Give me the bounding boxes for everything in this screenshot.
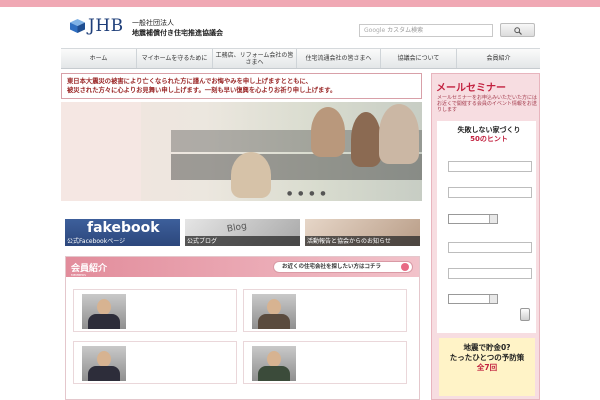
search-placeholder: カスタム検索: [387, 27, 424, 34]
hero-left-panel: [61, 102, 141, 201]
logo-text[interactable]: JHB: [88, 16, 124, 36]
promo-line-2: 50のヒント: [470, 135, 508, 143]
search-button[interactable]: [500, 23, 535, 37]
hero-pagination-dots[interactable]: ● ● ● ●: [287, 190, 328, 197]
blog-banner[interactable]: Blog 公式ブログ: [185, 219, 300, 246]
form-select-2[interactable]: [448, 294, 498, 304]
nav-label: マイホームを守るために: [141, 55, 208, 62]
promo2-line-1: 地震で貯金0?: [463, 343, 511, 352]
mail-seminar-sidebar: メールセミナー メールセミナーをお申込みいただいた方にはお近くで開催する会員のイ…: [431, 73, 540, 400]
search-brand: Google: [364, 27, 386, 34]
nav-label: 協議会について: [397, 55, 440, 62]
org-type: 一般社団法人: [132, 19, 174, 27]
form-input-4[interactable]: [448, 268, 532, 279]
form-input-1[interactable]: [448, 161, 532, 172]
nav-item-builders[interactable]: 工務店、リフォーム会社の皆さまへ: [213, 49, 297, 68]
sidebar-promo-title: 失敗しない家づくり 50のヒント: [449, 126, 529, 144]
members-header: 会員紹介 MEMBERS お近くの住宅会社を探したい方はコチラ: [66, 257, 419, 277]
find-builder-button[interactable]: お近くの住宅会社を探したい方はコチラ: [273, 261, 413, 273]
facebook-banner-title: fakebook: [87, 220, 160, 236]
promo2-line-2: たったひとつの予防策: [449, 353, 525, 362]
search-icon: [514, 27, 522, 35]
blog-banner-title: Blog: [226, 221, 248, 235]
facebook-banner-label: 公式Facebookページ: [67, 238, 126, 245]
sidebar-promo-2[interactable]: 地震で貯金0? たったひとつの予防策 全7回: [439, 338, 535, 396]
sidebar-intro: メールセミナーをお申込みいただいた方にはお近くで開催する会員のイベント情報をお送…: [437, 95, 538, 113]
member-photo: [82, 294, 126, 329]
top-accent-bar: [0, 0, 600, 7]
hero-person-image: [351, 112, 381, 167]
facebook-banner[interactable]: fakebook 公式Facebookページ: [65, 219, 180, 246]
find-builder-label: お近くの住宅会社を探したい方はコチラ: [282, 264, 382, 270]
member-card[interactable]: [243, 341, 407, 384]
member-photo: [252, 294, 296, 329]
member-card[interactable]: [243, 289, 407, 332]
arrow-right-icon: [401, 263, 409, 271]
form-input-2[interactable]: [448, 187, 532, 198]
sidebar-form-panel: 失敗しない家づくり 50のヒント: [437, 121, 536, 333]
logo-cube-icon[interactable]: [70, 19, 85, 33]
member-card[interactable]: [73, 341, 237, 384]
org-name: 地震補償付き住宅推進協議会: [132, 29, 223, 37]
nav-label: 住宅流通会社の皆さまへ: [305, 55, 372, 62]
member-photo: [82, 346, 126, 381]
nav-item-protect-home[interactable]: マイホームを守るために: [137, 49, 213, 68]
nav-item-distributors[interactable]: 住宅流通会社の皆さまへ: [297, 49, 381, 68]
notice-line-2: 被災された方々に心よりお見舞い申し上げます。一刻も早い復興を心よりお祈り申し上げ…: [67, 87, 337, 94]
hero-banner[interactable]: ● ● ● ●: [61, 102, 422, 201]
form-select-1[interactable]: [448, 214, 498, 224]
promo2-line-3: 全7回: [476, 363, 498, 372]
nav-item-about[interactable]: 協議会について: [381, 49, 457, 68]
nav-item-home[interactable]: ホーム: [61, 49, 137, 68]
chevron-down-icon: [489, 295, 497, 303]
nav-label: ホーム: [89, 55, 108, 62]
hero-person-image: [379, 104, 419, 164]
news-banner[interactable]: 活動報告と協会からのお知らせ: [305, 219, 420, 246]
notice-line-1: 東日本大震災の被害により亡くなられた方に謹んでお悔やみを申し上げますとともに、: [67, 78, 312, 85]
submit-button[interactable]: [520, 308, 530, 321]
blog-banner-label: 公式ブログ: [187, 238, 218, 245]
member-card[interactable]: [73, 289, 237, 332]
main-nav: ホーム マイホームを守るために 工務店、リフォーム会社の皆さまへ 住宅流通会社の…: [61, 48, 540, 69]
hero-person-image: [231, 152, 271, 198]
condolence-notice: 東日本大震災の被害により亡くなられた方に謹んでお悔やみを申し上げますとともに、 …: [61, 73, 422, 99]
member-photo: [252, 346, 296, 381]
promo-line-1: 失敗しない家づくり: [457, 126, 521, 134]
nav-label: 会員紹介: [486, 55, 511, 62]
members-section: 会員紹介 MEMBERS お近くの住宅会社を探したい方はコチラ: [65, 256, 420, 400]
hero-person-image: [311, 107, 345, 157]
nav-item-members[interactable]: 会員紹介: [457, 49, 540, 68]
search-input[interactable]: Google カスタム検索: [359, 24, 493, 37]
form-input-3[interactable]: [448, 242, 532, 253]
nav-label: 工務店、リフォーム会社の皆さまへ: [215, 51, 294, 66]
sidebar-title: メールセミナー: [436, 83, 506, 94]
members-subtitle: MEMBERS: [71, 273, 87, 277]
news-banner-label: 活動報告と協会からのお知らせ: [307, 238, 391, 245]
chevron-down-icon: [489, 215, 497, 223]
